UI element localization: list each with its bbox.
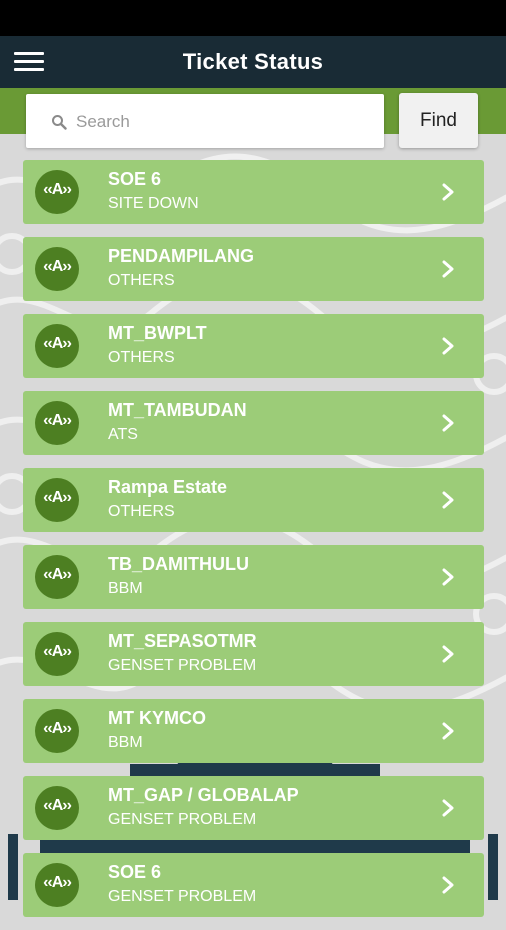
ticket-site-name: MT_TAMBUDAN: [108, 400, 247, 420]
ticket-list-item[interactable]: ‹‹A›› MT_SEPASOTMR GENSET PROBLEM: [23, 622, 484, 686]
chevron-right-icon[interactable]: [442, 414, 454, 432]
antenna-tower-icon: ‹‹A››: [35, 786, 79, 830]
search-input[interactable]: [74, 102, 378, 142]
status-bar: [0, 0, 506, 36]
ticket-list: ‹‹A›› SOE 6 SITE DOWN ‹‹A›› PENDAMPILANG…: [23, 160, 484, 930]
ticket-category: ATS: [108, 426, 138, 443]
antenna-tower-icon: ‹‹A››: [35, 555, 79, 599]
ticket-category: BBM: [108, 734, 143, 751]
ticket-list-item[interactable]: ‹‹A›› Rampa Estate OTHERS: [23, 468, 484, 532]
antenna-tower-icon: ‹‹A››: [35, 401, 79, 445]
ticket-site-name: SOE 6: [108, 862, 162, 882]
ticket-category: OTHERS: [108, 503, 175, 520]
page-title: Ticket Status: [182, 49, 324, 74]
chevron-right-icon[interactable]: [442, 491, 454, 509]
ticket-list-item[interactable]: ‹‹A›› MT_BWPLT OTHERS: [23, 314, 484, 378]
chevron-right-icon[interactable]: [442, 799, 454, 817]
ticket-list-item[interactable]: ‹‹A›› MT_TAMBUDAN ATS: [23, 391, 484, 455]
ticket-list-item[interactable]: ‹‹A›› MT_GAP / GLOBALAP GENSET PROBLEM: [23, 776, 484, 840]
find-button[interactable]: Find: [399, 93, 478, 148]
ticket-category: SITE DOWN: [108, 195, 199, 212]
ticket-category: OTHERS: [108, 272, 175, 289]
ticket-category: GENSET PROBLEM: [108, 888, 257, 905]
antenna-tower-icon: ‹‹A››: [35, 709, 79, 753]
chevron-right-icon[interactable]: [442, 876, 454, 894]
ticket-list-item[interactable]: ‹‹A›› SOE 6 SITE DOWN: [23, 160, 484, 224]
ticket-site-name: Rampa Estate: [108, 477, 228, 497]
antenna-tower-icon: ‹‹A››: [35, 170, 79, 214]
ticket-site-name: MT KYMCO: [108, 708, 206, 728]
ticket-category: GENSET PROBLEM: [108, 657, 257, 674]
ticket-site-name: MT_SEPASOTMR: [108, 631, 257, 651]
ticket-list-item[interactable]: ‹‹A›› TB_DAMITHULU BBM: [23, 545, 484, 609]
ticket-category: GENSET PROBLEM: [108, 811, 257, 828]
antenna-tower-icon: ‹‹A››: [35, 632, 79, 676]
search-field[interactable]: [26, 94, 384, 148]
ticket-site-name: PENDAMPILANG: [108, 246, 255, 266]
chevron-right-icon[interactable]: [442, 337, 454, 355]
chevron-right-icon[interactable]: [442, 183, 454, 201]
ticket-site-name: MT_GAP / GLOBALAP: [108, 785, 299, 805]
antenna-tower-icon: ‹‹A››: [35, 247, 79, 291]
ticket-site-name: SOE 6: [108, 169, 162, 189]
ticket-list-item[interactable]: ‹‹A›› SOE 6 GENSET PROBLEM: [23, 853, 484, 917]
chevron-right-icon[interactable]: [442, 568, 454, 586]
chevron-right-icon[interactable]: [442, 722, 454, 740]
antenna-tower-icon: ‹‹A››: [35, 324, 79, 368]
ticket-list-item[interactable]: ‹‹A›› MT KYMCO BBM: [23, 699, 484, 763]
ticket-category: OTHERS: [108, 349, 175, 366]
ticket-site-name: MT_BWPLT: [108, 323, 207, 343]
chevron-right-icon[interactable]: [442, 645, 454, 663]
ticket-category: BBM: [108, 580, 143, 597]
app-bar: Ticket Status: [0, 36, 506, 88]
chevron-right-icon[interactable]: [442, 260, 454, 278]
antenna-tower-icon: ‹‹A››: [35, 478, 79, 522]
antenna-tower-icon: ‹‹A››: [35, 863, 79, 907]
ticket-site-name: TB_DAMITHULU: [108, 554, 249, 574]
search-icon: [52, 115, 67, 130]
ticket-list-item[interactable]: ‹‹A›› PENDAMPILANG OTHERS: [23, 237, 484, 301]
